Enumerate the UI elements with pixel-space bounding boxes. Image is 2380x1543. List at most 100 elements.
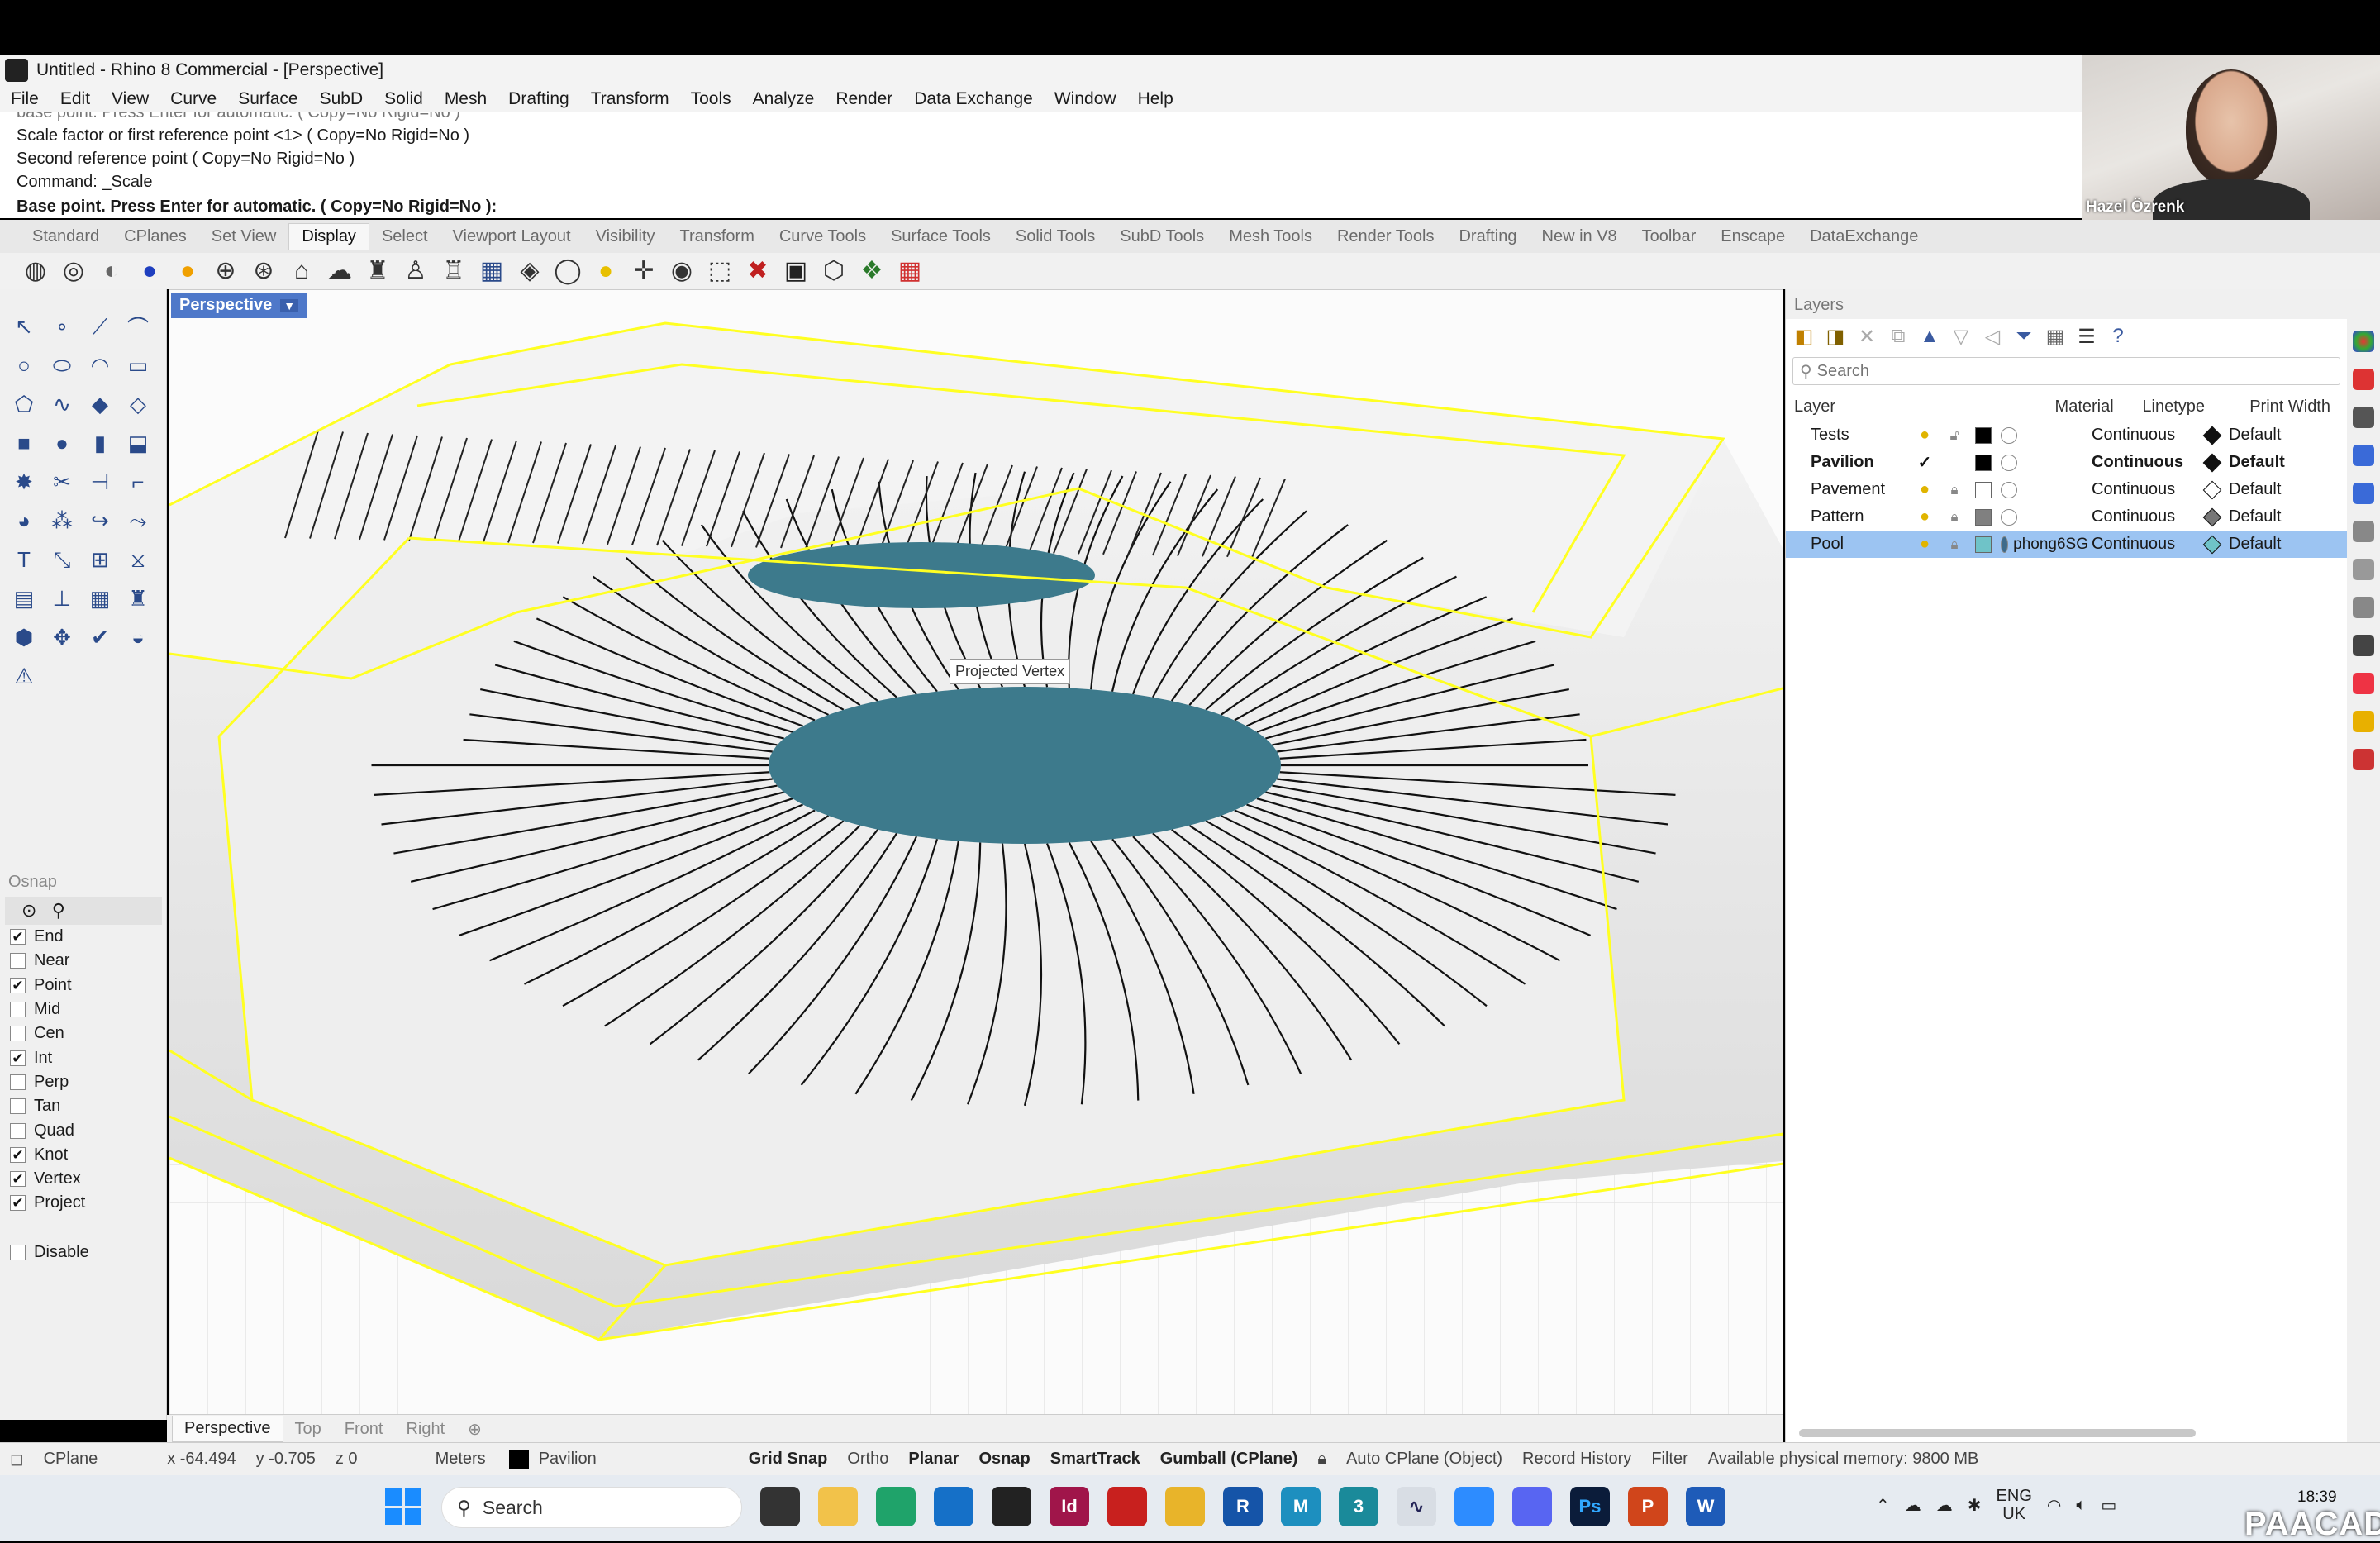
zebra-icon[interactable]: ▦ <box>476 255 507 287</box>
move-down-icon[interactable]: ▽ <box>1951 325 1971 349</box>
new-layer-icon[interactable]: ◧ <box>1794 325 1814 349</box>
layer-row[interactable]: Pattern ● 🔒︎ Continuous Default <box>1786 503 2347 531</box>
explode-icon[interactable]: ✸ <box>5 463 43 502</box>
table-icon[interactable]: ▦ <box>2045 325 2065 349</box>
osnap-disable[interactable]: Disable <box>0 1241 167 1264</box>
layer-name[interactable]: Pattern <box>1786 507 1910 526</box>
layer-row[interactable]: Tests ● 🔓︎ Continuous Default <box>1786 421 2347 449</box>
layer-print-width[interactable]: Default <box>2197 426 2313 445</box>
layer-row[interactable]: Pavement ● 🔒︎ Continuous Default <box>1786 476 2347 503</box>
windows-start-icon[interactable] <box>385 1488 421 1525</box>
checkbox-vertex[interactable]: ✔ <box>10 1171 26 1188</box>
display-panel-icon[interactable] <box>2353 407 2374 428</box>
clipping-icon[interactable]: ⬚ <box>704 255 735 287</box>
layer-print-width[interactable]: Default <box>2197 535 2313 554</box>
volume-icon[interactable]: 🔈︎ <box>2076 1496 2086 1515</box>
scale-icon[interactable]: ⤡ <box>43 541 81 579</box>
group-icon[interactable]: ⁂ <box>43 502 81 541</box>
menu-surface[interactable]: Surface <box>227 89 308 109</box>
command-prompt[interactable]: Base point. Press Enter for automatic. (… <box>17 195 2066 218</box>
tab-enscape[interactable]: Enscape <box>1708 227 1797 246</box>
surface-icon[interactable]: ◆ <box>81 385 119 424</box>
layer-row[interactable]: Pavilion ✓ Continuous Default <box>1786 449 2347 476</box>
tab-subd-tools[interactable]: SubD Tools <box>1107 227 1216 246</box>
layers-search[interactable]: ⚲ <box>1792 357 2340 385</box>
menu-transform[interactable]: Transform <box>580 89 680 109</box>
taskbar-search[interactable]: ⚲ Search <box>441 1487 742 1528</box>
menu-icon[interactable]: ☰ <box>2077 325 2097 349</box>
osnap-near[interactable]: Near <box>0 949 167 973</box>
technical-icon[interactable]: ⊕ <box>210 255 241 287</box>
viewport-tab-front[interactable]: Front <box>333 1420 395 1439</box>
menu-data-exchange[interactable]: Data Exchange <box>903 89 1044 109</box>
osnap-cen[interactable]: Cen <box>0 1022 167 1045</box>
gumball-icon[interactable]: ✥ <box>43 618 81 657</box>
status-cplane[interactable]: CPlane <box>34 1450 108 1469</box>
current-check-icon[interactable]: ✓ <box>1910 452 1940 473</box>
split-icon[interactable]: ⊣ <box>81 463 119 502</box>
tab-curve-tools[interactable]: Curve Tools <box>767 227 878 246</box>
status-smarttrack[interactable]: SmartTrack <box>1040 1450 1150 1469</box>
rectangle-icon[interactable]: ▭ <box>119 346 157 385</box>
layer-color[interactable] <box>1969 426 1997 444</box>
grid-array-icon[interactable]: ▦ <box>81 579 119 618</box>
status-record-history[interactable]: Record History <box>1512 1450 1641 1469</box>
checkbox-project[interactable]: ✔ <box>10 1195 26 1212</box>
menu-curve[interactable]: Curve <box>159 89 227 109</box>
box-icon[interactable]: ⬡ <box>818 255 850 287</box>
osnap-knot[interactable]: ✔ Knot <box>0 1143 167 1167</box>
monitor-icon[interactable]: ▣ <box>780 255 812 287</box>
osnap-end[interactable]: ✔ End <box>0 925 167 949</box>
lightbulb-icon[interactable]: ● <box>1910 535 1940 554</box>
viewport-tab-right[interactable]: Right <box>394 1420 456 1439</box>
layer-print-width[interactable]: Default <box>2197 507 2313 526</box>
lock-icon[interactable]: 🔒︎ <box>1940 509 1969 526</box>
light-icon[interactable] <box>2353 711 2374 732</box>
layer-color[interactable] <box>1969 454 1997 471</box>
checkbox-end[interactable]: ✔ <box>10 929 26 945</box>
battery-icon[interactable]: ▭ <box>2101 1495 2116 1516</box>
box-solid-icon[interactable]: ■ <box>5 424 43 463</box>
rendered-icon[interactable]: ◐ <box>96 255 127 287</box>
wireframe-icon[interactable]: ◍ <box>20 255 51 287</box>
layer-name[interactable]: Pavilion <box>1786 453 1910 472</box>
layer-material[interactable] <box>1997 426 2088 444</box>
new-sublayer-icon[interactable]: ◨ <box>1825 325 1845 349</box>
chrome-icon[interactable] <box>1165 1487 1205 1526</box>
header-print-width[interactable]: Print Width <box>2240 398 2347 417</box>
loft-icon[interactable]: ◇ <box>119 385 157 424</box>
layer-print-width[interactable]: Default <box>2197 453 2313 472</box>
menu-file[interactable]: File <box>0 89 50 109</box>
layer-name[interactable]: Pavement <box>1786 480 1910 499</box>
status-layer-swatch[interactable] <box>508 1449 529 1469</box>
outlook-icon[interactable] <box>934 1487 973 1526</box>
indesign-icon[interactable]: Id <box>1050 1487 1089 1526</box>
tab-transform[interactable]: Transform <box>667 227 766 246</box>
tab-set-view[interactable]: Set View <box>199 227 289 246</box>
edge-icon[interactable] <box>876 1487 916 1526</box>
osnap-filter-bar[interactable]: ⊙ ⚲ <box>5 897 162 925</box>
layer-linetype[interactable]: Continuous <box>2088 453 2197 472</box>
tab-surface-tools[interactable]: Surface Tools <box>878 227 1003 246</box>
menu-tools[interactable]: Tools <box>680 89 742 109</box>
snapshot-icon[interactable] <box>2353 749 2374 770</box>
bluetooth-icon[interactable]: ✱ <box>1968 1495 1982 1516</box>
analyze-icon[interactable]: ⬢ <box>5 618 43 657</box>
check-icon[interactable]: ✔ <box>81 618 119 657</box>
tab-solid-tools[interactable]: Solid Tools <box>1003 227 1107 246</box>
menu-analyze[interactable]: Analyze <box>742 89 826 109</box>
zoom-icon[interactable] <box>1454 1487 1494 1526</box>
checkbox-knot[interactable]: ✔ <box>10 1146 26 1163</box>
point-icon[interactable]: ∘ <box>43 307 81 346</box>
layout-panel-icon[interactable] <box>2353 521 2374 542</box>
taskbar-clock[interactable]: 18:39 <box>2297 1488 2337 1507</box>
tab-drafting[interactable]: Drafting <box>1446 227 1529 246</box>
checkbox-tan[interactable] <box>10 1098 26 1115</box>
lock-icon[interactable]: 🔒︎ <box>1940 482 1969 498</box>
chevron-up-icon[interactable]: ⌃ <box>1876 1495 1890 1516</box>
gear-icon[interactable] <box>2353 559 2374 580</box>
curve-icon[interactable]: ⌒ <box>119 307 157 346</box>
viewport-tab-top[interactable]: Top <box>283 1420 333 1439</box>
status-ortho[interactable]: Ortho <box>837 1450 898 1469</box>
boolean-icon[interactable]: ◕ <box>5 502 43 541</box>
